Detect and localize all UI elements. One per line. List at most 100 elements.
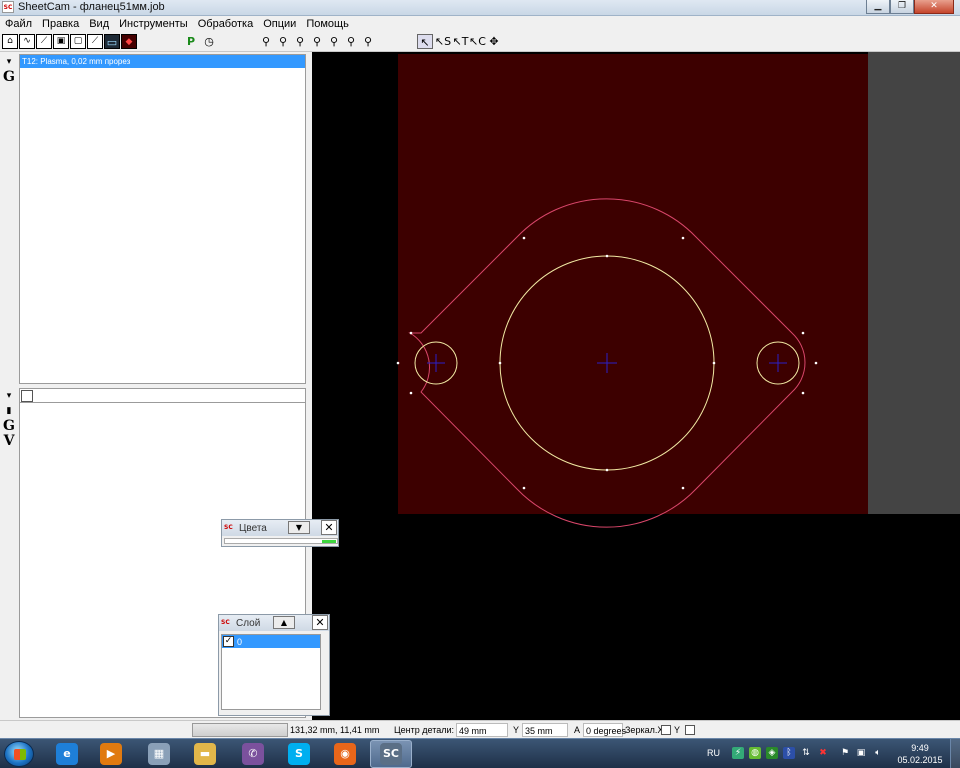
mute-icon[interactable]: ✖ — [817, 747, 829, 759]
layer-window-titlebar[interactable]: SC Слой ▲ ✕ — [219, 615, 329, 631]
line-icon[interactable]: ⟋ — [36, 34, 52, 49]
vertex-point — [522, 236, 526, 240]
color-swatch[interactable] — [322, 540, 336, 543]
start-button[interactable] — [4, 741, 34, 767]
title-bar: SC SheetCam - фланец51мм.job ▁ ❐ ✕ — [0, 0, 960, 16]
layer-visible-checkbox[interactable]: ✓ — [223, 636, 234, 647]
select-contour-icon[interactable]: ↖C — [469, 34, 486, 49]
collapse-icon[interactable]: ▲ — [273, 616, 295, 629]
vertex-point — [681, 236, 685, 240]
taskbar-firefox[interactable]: ◉ — [324, 740, 366, 768]
select-start-icon[interactable]: ↖S — [434, 34, 452, 49]
network-icon[interactable]: ▣ — [855, 747, 867, 759]
wave-icon[interactable]: ∿ — [19, 34, 35, 49]
sheetcam-icon: SC — [380, 743, 402, 765]
center-y-input[interactable]: 35 mm — [522, 723, 568, 737]
display-icon[interactable]: ▭ — [104, 34, 120, 49]
move-icon[interactable]: ✥ — [486, 34, 502, 49]
drawing-svg[interactable] — [312, 52, 960, 720]
network-app-icon[interactable]: ⚡ — [732, 747, 744, 759]
v-icon[interactable]: V — [1, 434, 17, 448]
taskbar-sheetcam[interactable]: SC — [370, 740, 412, 768]
zoom-all-icon[interactable]: ⚲ — [360, 34, 376, 49]
mirror-x-label: Зеркал.X — [625, 725, 664, 735]
maximize-button[interactable]: ❐ — [890, 0, 914, 14]
zoom-in-icon[interactable]: ⚲ — [258, 34, 274, 49]
dropdown-icon[interactable]: ▼ — [288, 521, 310, 534]
close-button[interactable]: ✕ — [914, 0, 954, 14]
menu-options[interactable]: Опции — [258, 16, 301, 32]
path-icon[interactable]: ⟋ — [87, 34, 103, 49]
angle-input[interactable]: 0 degrees — [583, 723, 626, 737]
taskbar-skype[interactable]: S — [278, 740, 320, 768]
taskbar-calculator[interactable]: ▦ — [138, 740, 180, 768]
app-icon: SC — [2, 1, 14, 13]
colors-window[interactable]: SC Цвета ▼ ✕ — [221, 519, 339, 547]
sync-icon[interactable]: ⇅ — [800, 747, 812, 759]
select-all-checkbox[interactable] — [21, 389, 33, 402]
zoom-table-icon[interactable]: ⚲ — [343, 34, 359, 49]
vertex-point — [409, 331, 413, 335]
gcode-icon[interactable]: G — [1, 419, 17, 433]
vertex-point — [498, 361, 502, 365]
tray-app-icon[interactable]: ◍ — [749, 747, 761, 759]
taskbar-media-player[interactable]: ▶ — [90, 740, 132, 768]
menu-file[interactable]: Файл — [0, 16, 37, 32]
window-title: SheetCam - фланец51мм.job — [18, 1, 165, 13]
show-desktop-button[interactable] — [950, 739, 960, 768]
vertex-point — [681, 486, 685, 490]
gcode-icon[interactable]: G — [1, 70, 17, 84]
color-list[interactable] — [224, 538, 338, 544]
post-process-button[interactable]: P — [183, 34, 199, 49]
bluetooth-icon[interactable]: ᛒ — [783, 747, 795, 759]
center-x-input[interactable]: 49 mm — [456, 723, 508, 737]
mirror-x-checkbox[interactable] — [661, 725, 671, 735]
vertex-point — [801, 391, 805, 395]
new-part-icon[interactable]: ⌂ — [2, 34, 18, 49]
menu-edit[interactable]: Правка — [37, 16, 84, 32]
layer-list[interactable]: ✓ 0 — [221, 634, 321, 710]
taskbar-viber[interactable]: ✆ — [232, 740, 274, 768]
operation-dropdown-icon[interactable]: ▾ — [1, 55, 17, 69]
taskbar: e ▶ ▦ ▬ ✆ S ◉ SC RU ⚡ ◍ ◈ ᛒ ⇅ ✖ ⚑ ▣ 🔈︎ 9:49 05.… — [0, 738, 960, 768]
layer-row[interactable]: ✓ 0 — [222, 635, 320, 648]
menu-tools[interactable]: Инструменты — [114, 16, 193, 32]
menu-processing[interactable]: Обработка — [193, 16, 258, 32]
firefox-icon: ◉ — [334, 743, 356, 765]
minimize-button[interactable]: ▁ — [866, 0, 890, 14]
tool-dropdown-icon[interactable]: ▾ — [1, 389, 17, 403]
menu-view[interactable]: Вид — [84, 16, 114, 32]
cut-simulation-icon[interactable]: ◆ — [121, 34, 137, 49]
vertex-point — [396, 361, 400, 365]
zoom-fit-icon[interactable]: ⚲ — [292, 34, 308, 49]
security-icon[interactable]: ◈ — [766, 747, 778, 759]
timer-icon[interactable]: ◷ — [201, 34, 217, 49]
select-text-icon[interactable]: ↖T — [452, 34, 469, 49]
contour-icon[interactable]: ▣ — [53, 34, 69, 49]
zoom-part-icon[interactable]: ⚲ — [326, 34, 342, 49]
menu-help[interactable]: Помощь — [301, 16, 354, 32]
language-indicator[interactable]: RU — [707, 748, 720, 758]
close-icon[interactable]: ✕ — [312, 615, 328, 630]
taskbar-file-explorer[interactable]: ▬ — [184, 740, 226, 768]
volume-icon[interactable]: 🔈︎ — [872, 747, 884, 759]
frame-icon[interactable]: ▢ — [70, 34, 86, 49]
mirror-y-checkbox[interactable] — [685, 725, 695, 735]
toolbar: ⌂ ∿ ⟋ ▣ ▢ ⟋ ▭ ◆ P ◷ ⚲ ⚲ ⚲ ⚲ ⚲ ⚲ ⚲ ↖ ↖S ↖… — [0, 32, 960, 52]
zoom-window-icon[interactable]: ⚲ — [309, 34, 325, 49]
angle-label: A — [574, 725, 581, 735]
drawing-canvas[interactable] — [312, 52, 960, 720]
taskbar-internet-explorer[interactable]: e — [46, 740, 88, 768]
clock[interactable]: 9:49 05.02.2015 — [892, 742, 948, 766]
action-center-icon[interactable]: ⚑ — [839, 747, 851, 759]
layer-window[interactable]: SC Слой ▲ ✕ ✓ 0 — [218, 614, 330, 716]
operations-list[interactable]: T12: Plasma, 0,02 mm прорез — [19, 54, 306, 384]
colors-window-titlebar[interactable]: SC Цвета ▼ ✕ — [222, 520, 338, 536]
close-icon[interactable]: ✕ — [321, 520, 337, 535]
vertex-point — [605, 254, 609, 258]
plasma-torch-icon[interactable]: ▮ — [1, 404, 17, 418]
operation-item[interactable]: T12: Plasma, 0,02 mm прорез — [20, 55, 305, 68]
select-arrow-icon[interactable]: ↖ — [417, 34, 433, 49]
app-icon: SC — [221, 619, 230, 626]
zoom-out-icon[interactable]: ⚲ — [275, 34, 291, 49]
